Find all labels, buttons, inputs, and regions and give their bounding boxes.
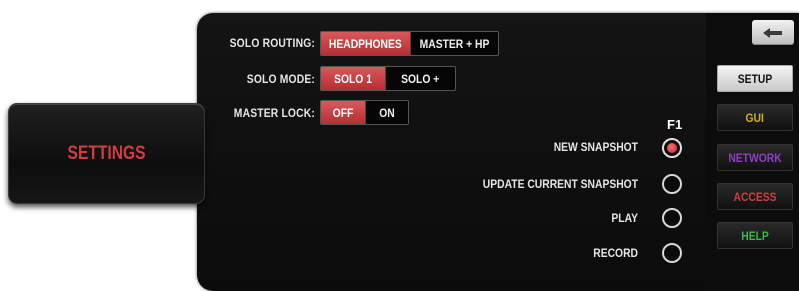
solo-mode-solo-plus-button[interactable]: SOLO + <box>385 67 455 90</box>
update-snapshot-radio[interactable] <box>662 174 682 194</box>
sidebar-item-network[interactable]: NETWORK <box>717 144 793 171</box>
solo-mode-label: SOLO MODE: <box>246 72 315 86</box>
master-lock-label: MASTER LOCK: <box>233 106 315 120</box>
back-arrow-icon <box>763 27 782 38</box>
solo-routing-label: SOLO ROUTING: <box>229 36 315 50</box>
record-label: RECORD <box>593 246 638 260</box>
master-lock-off-button[interactable]: OFF <box>321 101 365 124</box>
settings-tab-label: SETTINGS <box>67 142 146 164</box>
sidebar-item-setup[interactable]: SETUP <box>717 65 793 92</box>
update-snapshot-label: UPDATE CURRENT SNAPSHOT <box>482 177 638 191</box>
sidebar-item-gui[interactable]: GUI <box>717 104 793 131</box>
solo-routing-selector: HEADPHONES MASTER + HP <box>320 31 499 56</box>
play-label: PLAY <box>611 211 638 225</box>
solo-mode-selector: SOLO 1 SOLO + <box>320 66 456 91</box>
play-radio[interactable] <box>662 208 682 228</box>
settings-tab[interactable]: SETTINGS <box>8 103 205 204</box>
sidebar-item-access[interactable]: ACCESS <box>717 183 793 210</box>
solo-mode-solo1-button[interactable]: SOLO 1 <box>321 67 385 90</box>
sidebar-item-help[interactable]: HELP <box>717 222 793 249</box>
master-lock-selector: OFF ON <box>320 100 409 125</box>
solo-routing-headphones-button[interactable]: HEADPHONES <box>321 32 410 55</box>
snapshot-header: F1 <box>667 117 683 132</box>
new-snapshot-radio[interactable] <box>662 138 682 158</box>
solo-routing-master-hp-button[interactable]: MASTER + HP <box>410 32 498 55</box>
master-lock-on-button[interactable]: ON <box>365 101 408 124</box>
new-snapshot-label: NEW SNAPSHOT <box>553 140 638 154</box>
back-button[interactable] <box>752 20 794 45</box>
record-radio[interactable] <box>662 243 682 263</box>
